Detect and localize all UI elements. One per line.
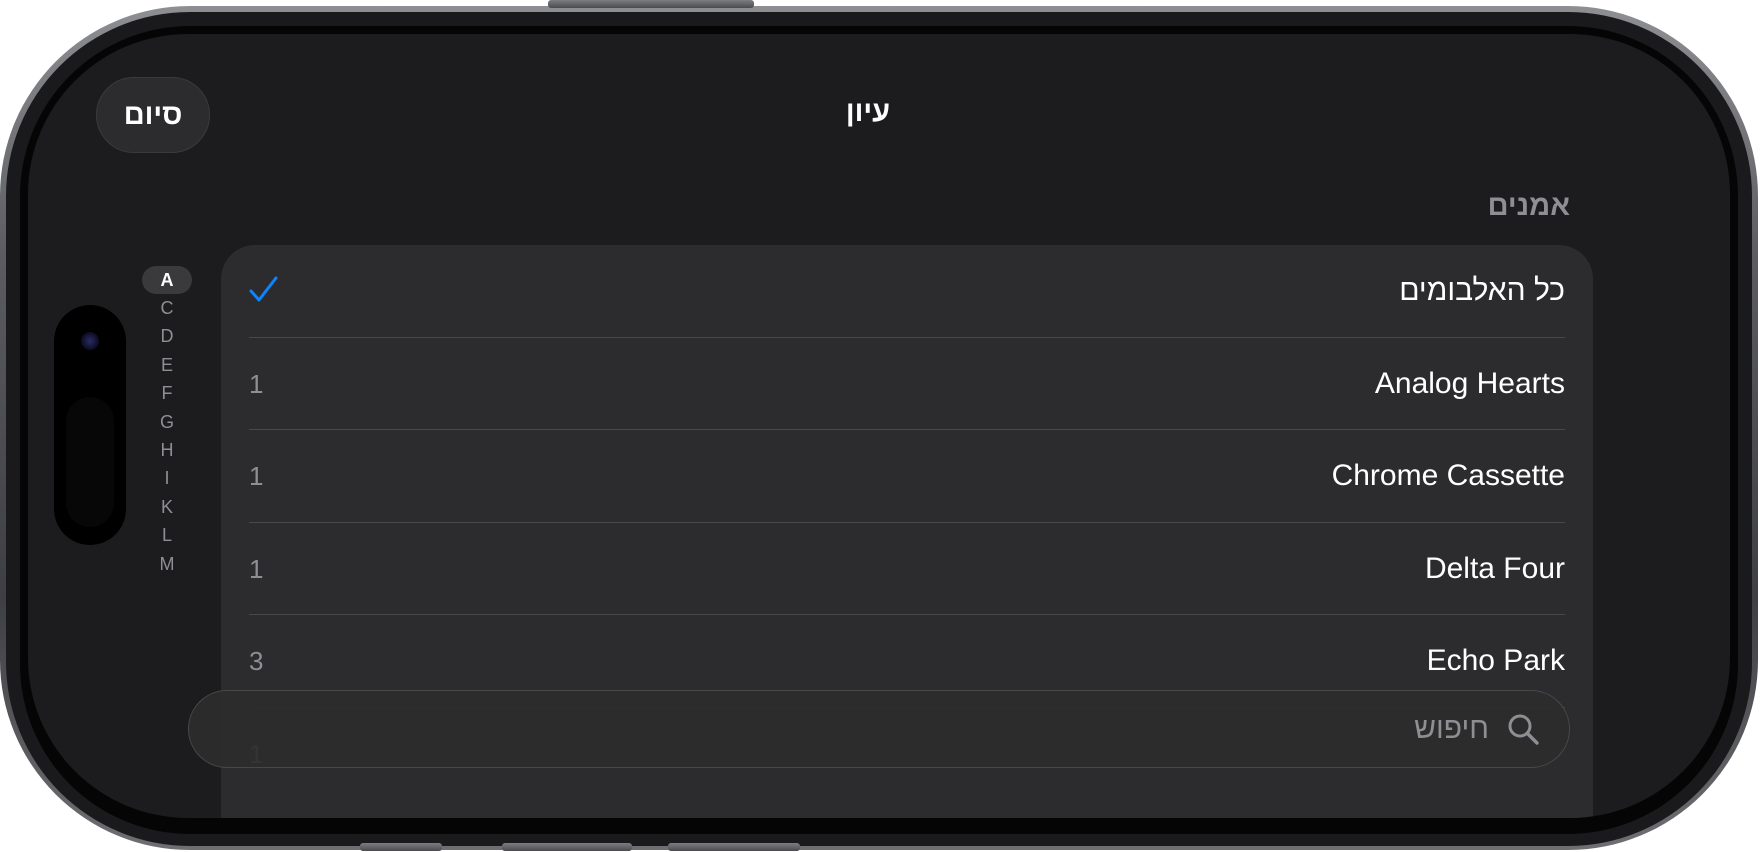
checkmark-icon — [249, 276, 278, 302]
index-letter-a[interactable]: A — [142, 266, 192, 294]
index-letter-e[interactable]: E — [142, 351, 192, 379]
magnifying-glass-icon — [1508, 714, 1539, 745]
index-letter-f[interactable]: F — [142, 379, 192, 407]
front-camera-icon — [81, 332, 99, 350]
index-letter-i[interactable]: I — [142, 464, 192, 492]
search-placeholder: חיפוש — [1414, 712, 1489, 745]
all-albums-row[interactable]: כל האלבומים — [221, 245, 1593, 338]
screen: סיום עיון אמנים ACDEFGHIKLM כל האלבומים A… — [28, 34, 1730, 818]
artist-row[interactable]: Analog Hearts 1 — [221, 338, 1593, 431]
row-count: 1 — [249, 368, 264, 399]
row-label: Chrome Cassette — [1331, 459, 1565, 493]
page-title: עיון — [845, 96, 891, 128]
done-button-label: סיום — [123, 98, 183, 131]
index-letter-d[interactable]: D — [142, 322, 192, 350]
dynamic-island — [54, 305, 126, 545]
section-index-bar[interactable]: ACDEFGHIKLM — [142, 266, 192, 578]
index-letter-l[interactable]: L — [142, 521, 192, 549]
index-letter-g[interactable]: G — [142, 408, 192, 436]
row-count: 1 — [249, 461, 264, 492]
face-id-sensor — [66, 397, 114, 527]
index-letter-h[interactable]: H — [142, 436, 192, 464]
index-letter-m[interactable]: M — [142, 550, 192, 578]
index-letter-k[interactable]: K — [142, 493, 192, 521]
phone-bottom-button-2 — [502, 843, 632, 851]
done-button[interactable]: סיום — [96, 77, 210, 153]
index-letter-c[interactable]: C — [142, 294, 192, 322]
phone-top-button — [548, 0, 754, 8]
phone-bottom-button-1 — [360, 843, 442, 851]
row-count: 1 — [249, 553, 264, 584]
row-label: Delta Four — [1424, 551, 1565, 585]
section-header-artists: אמנים — [1487, 190, 1570, 222]
phone-bottom-button-3 — [668, 843, 800, 851]
search-field[interactable]: חיפוש — [188, 690, 1570, 768]
row-label: כל האלבומים — [1399, 274, 1565, 307]
artist-row[interactable]: Chrome Cassette 1 — [221, 430, 1593, 523]
artist-row[interactable]: Delta Four 1 — [221, 523, 1593, 616]
row-label: Analog Hearts — [1374, 366, 1565, 400]
